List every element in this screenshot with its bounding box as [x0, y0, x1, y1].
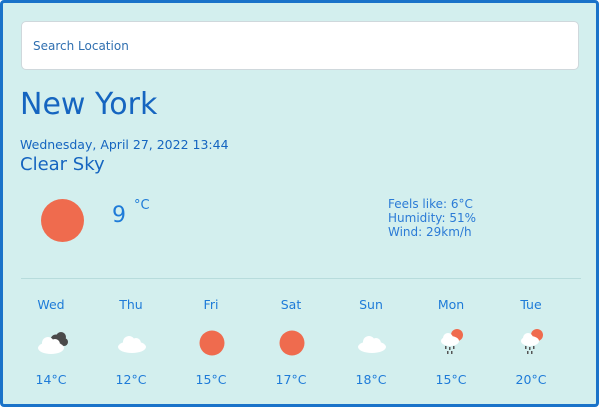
forecast-day: Fri 15°C	[171, 297, 251, 397]
forecast-day-name: Fri	[203, 297, 219, 312]
sun-icon	[279, 330, 305, 356]
forecast-temp: 20°C	[515, 372, 547, 387]
city-name: New York	[20, 87, 158, 122]
forecast-day: Thu 12°C	[91, 297, 171, 397]
weather-details: Feels like: 6°C Humidity: 51% Wind: 29km…	[388, 197, 476, 239]
search-input[interactable]	[21, 21, 579, 70]
feels-like: Feels like: 6°C	[388, 197, 473, 211]
forecast-temp: 17°C	[275, 372, 307, 387]
forecast-day: Sat 17°C	[251, 297, 331, 397]
forecast-day: Tue 20°C	[491, 297, 571, 397]
sun-icon	[199, 330, 225, 356]
forecast-day: Wed 14°C	[11, 297, 91, 397]
forecast-day: Mon 15°C	[411, 297, 491, 397]
forecast-day-name: Wed	[37, 297, 65, 312]
forecast-temp: 15°C	[435, 372, 467, 387]
rain-sun-icon	[441, 329, 463, 354]
forecast-temp: 18°C	[355, 372, 387, 387]
rain-sun-icon	[521, 329, 543, 354]
weather-widget: New York Wednesday, April 27, 2022 13:44…	[0, 0, 599, 407]
forecast-day: Sun 18°C	[331, 297, 411, 397]
divider	[21, 278, 581, 279]
humidity: Humidity: 51%	[388, 211, 477, 225]
forecast-temp: 14°C	[35, 372, 67, 387]
forecast-day-name: Thu	[119, 297, 143, 312]
temperature-unit: °C	[134, 198, 150, 213]
cloud-icon	[358, 336, 386, 353]
forecast-day-name: Sat	[280, 297, 302, 312]
cloud-icon	[118, 336, 146, 353]
forecast-day-name: Mon	[437, 297, 465, 312]
current-datetime: Wednesday, April 27, 2022 13:44	[20, 137, 229, 152]
forecast-temp: 12°C	[115, 372, 147, 387]
cloud-dark-icon	[38, 332, 68, 354]
forecast-row: Wed 14°C Thu 12°C Fri 15°C Sat 17°C Sun …	[11, 297, 571, 397]
forecast-temp: 15°C	[195, 372, 227, 387]
weather-condition: Clear Sky	[20, 154, 105, 175]
forecast-day-name: Sun	[359, 297, 383, 312]
wind: Wind: 29km/h	[388, 225, 472, 239]
sun-icon	[41, 199, 84, 242]
current-temperature: 9	[112, 203, 126, 228]
forecast-day-name: Tue	[520, 297, 542, 312]
